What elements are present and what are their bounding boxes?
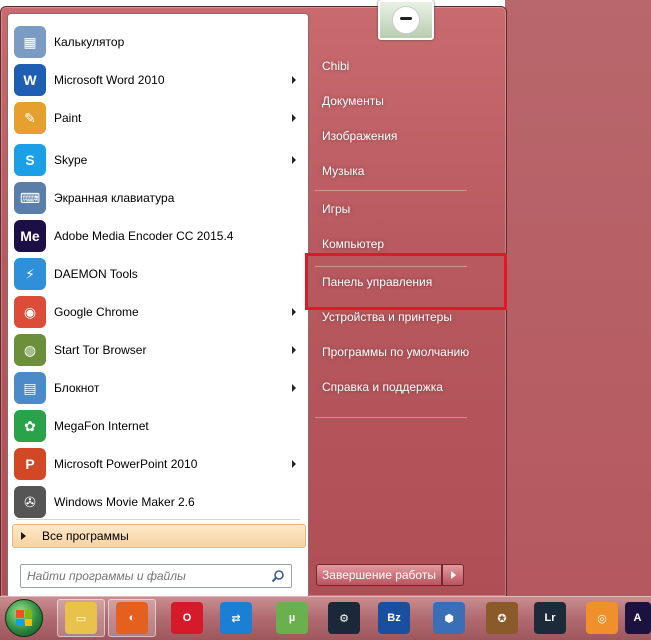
heroes-of-the-storm-icon: ⬢	[433, 602, 465, 634]
taskbar-button[interactable]: ◐	[108, 599, 156, 637]
program-item[interactable]: ▦ Калькулятор	[10, 24, 306, 60]
submenu-arrow-icon[interactable]	[292, 76, 296, 84]
program-label: Microsoft Word 2010	[54, 73, 165, 87]
skype-icon: S	[14, 144, 46, 176]
program-item[interactable]: ⌨ Экранная клавиатура	[10, 180, 306, 216]
lucky-cat-icon	[392, 6, 420, 34]
taskbar-button[interactable]: A	[624, 599, 651, 637]
program-label: Windows Movie Maker 2.6	[54, 495, 195, 509]
program-item[interactable]: ✿ MegaFon Internet	[10, 408, 306, 444]
user-avatar[interactable]	[378, 0, 434, 40]
separator	[315, 190, 467, 191]
program-item[interactable]: ✎ Paint	[10, 100, 306, 136]
program-label: DAEMON Tools	[54, 267, 138, 281]
program-item[interactable]: S Skype	[10, 142, 306, 178]
program-item[interactable]: ▤ Блокнот	[10, 370, 306, 406]
user-folder-link[interactable]: Chibi	[313, 52, 508, 80]
keyboard-icon: ⌨	[14, 182, 46, 214]
utorrent-icon: µ	[276, 602, 308, 634]
program-label: Microsoft PowerPoint 2010	[54, 457, 198, 471]
daemon-tools-icon: ⚡	[14, 258, 46, 290]
search-box[interactable]	[20, 564, 292, 588]
default-programs-link[interactable]: Программы по умолчанию	[313, 338, 508, 366]
program-label: Paint	[54, 111, 82, 125]
taskbar-button[interactable]: Bz	[370, 599, 418, 637]
after-effects-icon: A	[624, 602, 651, 634]
powerpoint-icon: P	[14, 448, 46, 480]
taskbar-button[interactable]: ⇄	[212, 599, 260, 637]
program-label: Экранная клавиатура	[54, 191, 175, 205]
taskbar-button[interactable]: O	[163, 599, 211, 637]
arrow-right-icon	[450, 571, 456, 579]
movie-maker-icon: ✇	[14, 486, 46, 518]
firefox-icon: ◐	[116, 602, 148, 634]
separator	[16, 519, 300, 520]
shutdown-button[interactable]: Завершение работы	[316, 564, 442, 586]
program-label: Skype	[54, 153, 88, 167]
taskbar-button[interactable]: ⚙	[320, 599, 368, 637]
overwatch-icon: ◎	[586, 602, 618, 634]
program-item[interactable]: ◉ Google Chrome	[10, 294, 306, 330]
submenu-arrow-icon[interactable]	[292, 156, 296, 164]
windows-orb-icon	[5, 599, 43, 637]
steam-icon: ⚙	[328, 602, 360, 634]
shutdown-options-button[interactable]	[442, 564, 464, 586]
submenu-arrow-icon[interactable]	[292, 346, 296, 354]
search-input[interactable]	[21, 568, 271, 584]
taskbar-button[interactable]: ◎	[578, 599, 626, 637]
tor-browser-icon: ◍	[14, 334, 46, 366]
program-label: MegaFon Internet	[54, 419, 149, 433]
program-label: Калькулятор	[54, 35, 125, 49]
separator	[315, 417, 467, 418]
search-icon[interactable]	[271, 569, 285, 583]
program-list-pane: ▦ Калькулятор W Microsoft Word 2010 ✎ Paint S S…	[7, 13, 309, 599]
program-item[interactable]: Me Adobe Media Encoder CC 2015.4	[10, 218, 306, 254]
program-item[interactable]: ✇ Windows Movie Maker 2.6	[10, 484, 306, 520]
hearthstone-icon: ✪	[486, 602, 518, 634]
program-item[interactable]: ⚡ DAEMON Tools	[10, 256, 306, 292]
pictures-link[interactable]: Изображения	[313, 122, 508, 150]
documents-link[interactable]: Документы	[313, 87, 508, 115]
games-link[interactable]: Игры	[313, 195, 508, 223]
help-support-link[interactable]: Справка и поддержка	[313, 373, 508, 401]
program-label: Блокнот	[54, 381, 100, 395]
program-item[interactable]: P Microsoft PowerPoint 2010	[10, 446, 306, 482]
submenu-arrow-icon[interactable]	[292, 460, 296, 468]
teamviewer-icon: ⇄	[220, 602, 252, 634]
shutdown-label: Завершение работы	[322, 568, 436, 582]
battlenet-icon: Bz	[378, 602, 410, 634]
desktop-background	[505, 0, 651, 596]
paint-palette-icon: ✎	[14, 102, 46, 134]
program-item[interactable]: ◍ Start Tor Browser	[10, 332, 306, 368]
program-label: Adobe Media Encoder CC 2015.4	[54, 229, 234, 243]
opera-icon: O	[171, 602, 203, 634]
taskbar-button[interactable]: µ	[268, 599, 316, 637]
adobe-media-encoder-icon: Me	[14, 220, 46, 252]
taskbar: ▭ ◐ O ⇄ µ ⚙ Bz ⬢ ✪ Lr ◎ A	[0, 596, 651, 640]
submenu-arrow-icon[interactable]	[292, 114, 296, 122]
all-programs-button[interactable]: Все программы	[12, 524, 306, 548]
taskbar-button[interactable]: Lr	[526, 599, 574, 637]
arrow-right-icon	[21, 532, 26, 540]
word-icon: W	[14, 64, 46, 96]
taskbar-button[interactable]: ▭	[57, 599, 105, 637]
lightroom-icon: Lr	[534, 602, 566, 634]
all-programs-label: Все программы	[42, 529, 129, 543]
taskbar-button[interactable]: ⬢	[425, 599, 473, 637]
chrome-icon: ◉	[14, 296, 46, 328]
taskbar-button[interactable]: ✪	[478, 599, 526, 637]
start-button[interactable]	[2, 597, 46, 639]
program-label: Google Chrome	[54, 305, 139, 319]
megafon-icon: ✿	[14, 410, 46, 442]
highlight-box	[305, 253, 507, 310]
submenu-arrow-icon[interactable]	[292, 308, 296, 316]
submenu-arrow-icon[interactable]	[292, 384, 296, 392]
music-link[interactable]: Музыка	[313, 157, 508, 185]
file-explorer-icon: ▭	[65, 602, 97, 634]
program-item[interactable]: W Microsoft Word 2010	[10, 62, 306, 98]
calculator-icon: ▦	[14, 26, 46, 58]
program-label: Start Tor Browser	[54, 343, 147, 357]
notepad-icon: ▤	[14, 372, 46, 404]
